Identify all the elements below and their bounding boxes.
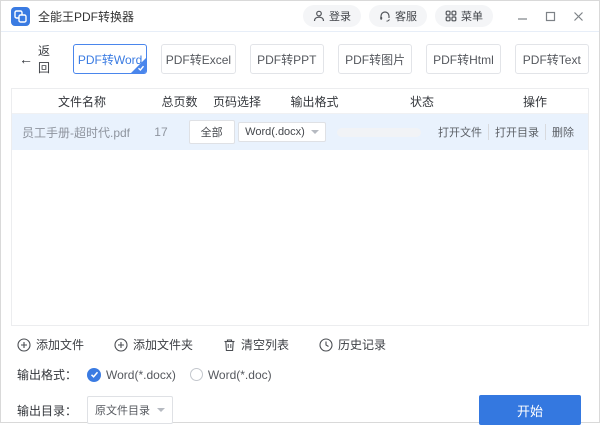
tab-pdf-to-html[interactable]: PDF转Html [426,44,500,74]
tab-label: PDF转图片 [345,51,405,68]
output-format-row: 输出格式： Word(*.docx) Word(*.doc) [1,353,599,383]
maximize-icon [545,11,556,22]
user-icon [313,10,325,22]
list-toolbar: 添加文件 添加文件夹 清空列表 历史记录 [1,326,599,353]
header-status: 状态 [362,93,482,110]
tab-pdf-to-excel[interactable]: PDF转Excel [161,44,235,74]
table-row[interactable]: 员工手册-超时代.pdf 17 全部 Word(.docx) 打开文件 打开目录… [12,114,588,150]
clear-list-label: 清空列表 [241,336,289,353]
plus-circle-icon [17,338,31,352]
back-button[interactable]: ← 返回 [19,42,59,76]
radio-word-docx[interactable]: Word(*.docx) [87,368,176,382]
headset-icon [379,10,391,22]
minimize-icon [517,11,528,22]
radio-unselected-icon [190,368,203,381]
total-pages: 17 [137,125,186,139]
header-page-select: 页码选择 [207,93,267,110]
login-button[interactable]: 登录 [303,5,361,27]
chevron-down-icon [311,130,319,134]
history-label: 历史记录 [338,336,386,353]
service-button[interactable]: 客服 [369,5,427,27]
tab-pdf-to-image[interactable]: PDF转图片 [338,44,412,74]
titlebar: 全能王PDF转换器 登录 客服 [1,1,599,31]
output-dir-value: 原文件目录 [95,402,150,418]
row-format-value: Word(.docx) [245,126,305,138]
maximize-button[interactable] [539,5,561,27]
tab-pdf-to-ppt[interactable]: PDF转PPT [250,44,324,74]
tab-pdf-to-word[interactable]: PDF转Word [73,44,147,74]
row-format-select[interactable]: Word(.docx) [238,122,326,142]
grid-menu-icon [445,10,457,22]
clear-list-button[interactable]: 清空列表 [223,336,289,353]
add-folder-button[interactable]: 添加文件夹 [114,336,193,353]
tab-label: PDF转Html [433,51,494,68]
output-dir-label: 输出目录： [17,402,77,419]
app-logo-icon [11,7,30,26]
menu-button[interactable]: 菜单 [435,5,493,27]
back-label: 返回 [38,42,59,76]
trash-icon [223,338,236,352]
plus-circle-icon [114,338,128,352]
header-actions: 操作 [482,93,588,110]
start-button[interactable]: 开始 [479,395,581,425]
file-name: 员工手册-超时代.pdf [12,124,137,141]
menu-label: 菜单 [461,8,483,24]
output-format-label: 输出格式： [17,366,77,383]
page-select-button[interactable]: 全部 [189,120,235,144]
app-title: 全能王PDF转换器 [38,8,134,25]
history-button[interactable]: 历史记录 [319,336,386,353]
open-folder-link[interactable]: 打开目录 [488,124,545,140]
header-total-pages: 总页数 [152,93,207,110]
output-dir-select[interactable]: 原文件目录 [87,396,173,424]
service-label: 客服 [395,8,417,24]
delete-link[interactable]: 删除 [545,124,580,140]
open-file-link[interactable]: 打开文件 [432,124,488,140]
check-icon [137,64,145,72]
output-dir-row: 输出目录： 原文件目录 开始 [1,383,599,425]
tab-label: PDF转PPT [257,51,316,68]
app-window: 全能王PDF转换器 登录 客服 [0,0,600,423]
minimize-button[interactable] [511,5,533,27]
header-file-name: 文件名称 [12,93,152,110]
progress-bar [337,128,421,137]
back-arrow-icon: ← [19,51,33,67]
conversion-tabbar: ← 返回 PDF转Word PDF转Excel PDF转PPT PDF转图片 P… [1,32,599,84]
close-button[interactable] [567,5,589,27]
radio-word-doc[interactable]: Word(*.doc) [190,368,272,382]
file-table: 文件名称 总页数 页码选择 输出格式 状态 操作 员工手册-超时代.pdf 17… [11,88,589,326]
close-icon [573,11,584,22]
tab-label: PDF转Text [523,51,581,68]
login-label: 登录 [329,8,351,24]
radio-label: Word(*.docx) [106,368,176,382]
add-file-button[interactable]: 添加文件 [17,336,84,353]
radio-label: Word(*.doc) [208,368,272,382]
add-file-label: 添加文件 [36,336,84,353]
chevron-down-icon [157,408,165,412]
tab-pdf-to-text[interactable]: PDF转Text [515,44,589,74]
header-output-format: 输出格式 [267,93,362,110]
table-header-row: 文件名称 总页数 页码选择 输出格式 状态 操作 [12,89,588,114]
add-folder-label: 添加文件夹 [133,336,193,353]
clock-icon [319,338,333,352]
tab-label: PDF转Excel [166,51,231,68]
radio-selected-icon [87,368,101,382]
